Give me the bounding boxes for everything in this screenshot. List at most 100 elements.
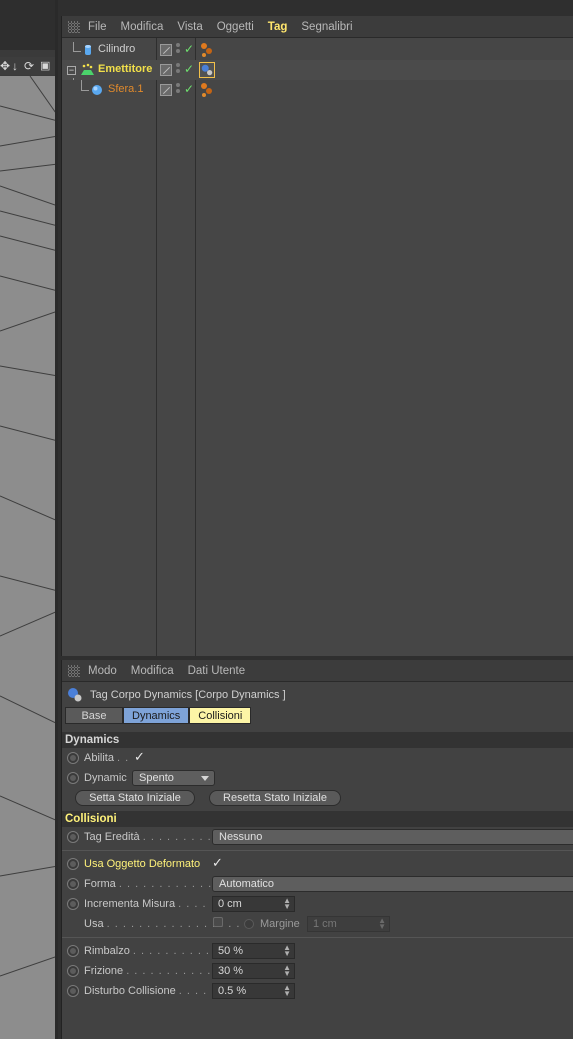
- animate-radio-icon[interactable]: [67, 945, 79, 957]
- object-manager-menubar: File Modifica Vista Oggetti Tag Segnalib…: [62, 16, 573, 38]
- tab-collisioni[interactable]: Collisioni: [189, 707, 252, 724]
- menu-modifica[interactable]: Modifica: [121, 21, 164, 33]
- attribute-tabs: Base Dynamics Collisioni: [65, 707, 573, 725]
- layer-toggle-icon[interactable]: [160, 64, 172, 76]
- stepper-arrows-icon[interactable]: ▲ ▼: [283, 984, 291, 998]
- section-collisioni: Collisioni: [62, 811, 573, 827]
- abilita-label: Abilita: [84, 752, 114, 764]
- enabled-check-icon[interactable]: ✓: [184, 62, 194, 76]
- disturbo-collisione-field[interactable]: 0.5 % ▲ ▼: [212, 983, 295, 999]
- viewport-3d[interactable]: ✥ ↓ ⟳ ▣: [0, 0, 58, 1039]
- param-usa-margine: Usa . . . . . . . . . . . . . . . . . Ma…: [62, 914, 573, 934]
- viewport-toolbar: ✥ ↓ ⟳ ▣: [0, 57, 58, 75]
- stepper-arrows-icon[interactable]: ▲ ▼: [283, 964, 291, 978]
- panel-grip-icon[interactable]: [68, 20, 80, 33]
- param-tag-ereditata: Tag Eredità . . . . . . . . . . Nessuno: [62, 827, 573, 847]
- viewport-separator[interactable]: [55, 0, 58, 1039]
- rigid-body-tag-icon[interactable]: [199, 62, 215, 78]
- abilita-checkbox[interactable]: ✓: [134, 749, 145, 765]
- animate-radio-icon[interactable]: [67, 898, 79, 910]
- rotate-icon[interactable]: ⟳: [24, 57, 34, 75]
- menu-file[interactable]: File: [88, 21, 107, 33]
- resetta-stato-iniziale-button[interactable]: Resetta Stato Iniziale: [209, 790, 341, 806]
- forma-dropdown[interactable]: Automatico: [212, 876, 573, 892]
- object-list: Cilindro ✓ − Emettitore ✓ Sfera.1 ✓: [62, 38, 573, 656]
- setta-stato-iniziale-button[interactable]: Setta Stato Iniziale: [75, 790, 195, 806]
- down-arrow-icon[interactable]: ↓: [12, 57, 18, 75]
- object-name-column: [62, 38, 157, 656]
- label-dots: . . . . . . . . . .: [142, 831, 220, 843]
- tab-dynamics[interactable]: Dynamics: [123, 707, 190, 724]
- frizione-field[interactable]: 30 % ▲ ▼: [212, 963, 295, 979]
- dropdown-value: Nessuno: [219, 831, 263, 843]
- animate-radio-icon[interactable]: [67, 752, 79, 764]
- rimbalzo-field[interactable]: 50 % ▲ ▼: [212, 943, 295, 959]
- tag-ereditata-label: Tag Eredità: [84, 831, 140, 843]
- param-label: Tag Eredità . . . . . . . . . .: [84, 831, 220, 843]
- menu-tag[interactable]: Tag: [268, 21, 288, 33]
- menu-modifica[interactable]: Modifica: [131, 665, 174, 677]
- move-arrows-icon[interactable]: ✥: [0, 57, 10, 75]
- visibility-dots-icon[interactable]: [176, 43, 182, 57]
- attribute-manager: Modo Modifica Dati Utente Tag Corpo Dyna…: [61, 660, 573, 1039]
- divider: [62, 850, 573, 851]
- stepper-arrows-icon[interactable]: ▲ ▼: [283, 897, 291, 911]
- dynamics-tag-icon[interactable]: [199, 82, 215, 98]
- object-name[interactable]: Cilindro: [98, 43, 135, 55]
- object-name[interactable]: Emettitore: [98, 63, 152, 75]
- animate-radio-icon[interactable]: [67, 878, 79, 890]
- field-value: 0 cm: [218, 898, 242, 910]
- visibility-dots-icon[interactable]: [176, 63, 182, 77]
- tag-ereditata-dropdown[interactable]: Nessuno: [212, 829, 573, 845]
- object-manager: File Modifica Vista Oggetti Tag Segnalib…: [61, 16, 573, 656]
- incrementa-misura-field[interactable]: 0 cm ▲ ▼: [212, 896, 295, 912]
- animate-radio-icon[interactable]: [67, 965, 79, 977]
- menu-segnalibri[interactable]: Segnalibri: [301, 21, 352, 33]
- margine-field[interactable]: 1 cm ▲ ▼: [307, 916, 390, 932]
- collapse-toggle-icon[interactable]: −: [67, 66, 76, 75]
- menu-dati-utente[interactable]: Dati Utente: [188, 665, 246, 677]
- animate-radio-icon[interactable]: [67, 772, 79, 784]
- stepper-arrows-icon[interactable]: ▲ ▼: [283, 944, 291, 958]
- tab-base[interactable]: Base: [65, 707, 123, 724]
- menu-vista[interactable]: Vista: [177, 21, 202, 33]
- forma-label: Forma: [84, 878, 116, 890]
- usa-oggetto-deformato-label: Usa Oggetto Deformato: [84, 858, 201, 870]
- object-row-cilindro[interactable]: Cilindro ✓: [62, 40, 573, 60]
- object-row-emettitore[interactable]: − Emettitore ✓: [62, 60, 573, 80]
- dynamics-tag-icon[interactable]: [199, 42, 215, 58]
- layer-toggle-icon[interactable]: [160, 44, 172, 56]
- animate-radio-icon[interactable]: [67, 985, 79, 997]
- incrementa-misura-label: Incrementa Misura: [84, 898, 176, 910]
- layer-toggle-icon[interactable]: [160, 84, 172, 96]
- animate-radio-icon[interactable]: [67, 858, 79, 870]
- margine-radio-icon[interactable]: [244, 919, 254, 929]
- param-usa-oggetto-deformato: Usa Oggetto Deformato ✓: [62, 854, 573, 874]
- enabled-check-icon[interactable]: ✓: [184, 82, 194, 96]
- stepper-arrows-icon[interactable]: ▲ ▼: [378, 917, 386, 931]
- panel-grip-icon[interactable]: [68, 664, 80, 677]
- menu-modo[interactable]: Modo: [88, 665, 117, 677]
- dynamic-dropdown[interactable]: Spento: [132, 770, 215, 786]
- tree-line: [73, 78, 74, 80]
- attribute-title: Tag Corpo Dynamics [Corpo Dynamics ]: [90, 688, 286, 701]
- visibility-dots-icon[interactable]: [176, 83, 182, 97]
- usa-oggetto-deformato-checkbox[interactable]: ✓: [212, 855, 223, 871]
- menu-oggetti[interactable]: Oggetti: [217, 21, 254, 33]
- rimbalzo-label: Rimbalzo: [84, 945, 130, 957]
- enabled-check-icon[interactable]: ✓: [184, 42, 194, 56]
- viewport-grid: [0, 76, 58, 977]
- label-dots: . . . .: [178, 898, 207, 910]
- frizione-label: Frizione: [84, 965, 124, 977]
- object-row-sfera[interactable]: Sfera.1 ✓: [62, 78, 573, 100]
- object-name[interactable]: Sfera.1: [108, 83, 143, 95]
- animate-radio-icon[interactable]: [67, 831, 79, 843]
- viewport-header: [0, 0, 58, 50]
- layout-icon[interactable]: ▣: [40, 57, 50, 75]
- usa-checkbox[interactable]: [213, 917, 223, 927]
- section-dynamics: Dynamics: [62, 732, 573, 748]
- cylinder-icon: [85, 45, 91, 55]
- field-value: 0.5 %: [218, 985, 247, 997]
- param-frizione: Frizione . . . . . . . . . . . . . . 30 …: [62, 961, 573, 981]
- dynamic-label: Dynamic: [84, 772, 127, 784]
